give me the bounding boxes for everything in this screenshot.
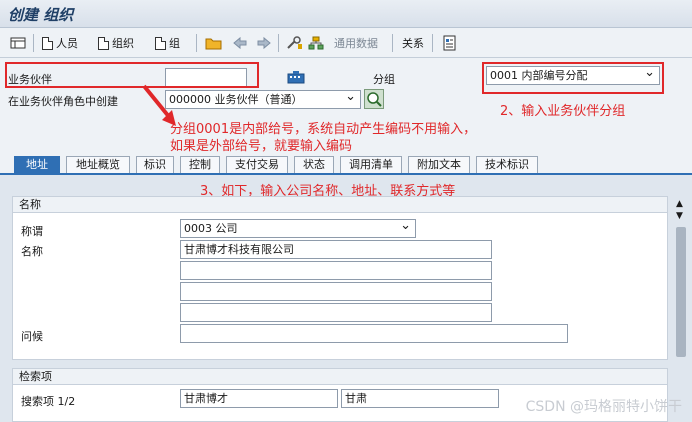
- scroll-down-icon[interactable]: ▼: [676, 211, 683, 221]
- list-icon[interactable]: [10, 35, 26, 51]
- tab-technical-id[interactable]: 技术标识: [476, 156, 538, 174]
- greeting-label: 问候: [21, 330, 43, 343]
- tab-identification[interactable]: 标识: [136, 156, 174, 174]
- tab-additional-text[interactable]: 附加文本: [408, 156, 470, 174]
- tab-payment[interactable]: 支付交易: [226, 156, 288, 174]
- group-button[interactable]: 组: [155, 35, 180, 51]
- search-button[interactable]: [364, 89, 384, 109]
- document-icon: [155, 36, 166, 50]
- name-input-3[interactable]: [180, 282, 492, 301]
- back-arrow-icon[interactable]: [232, 35, 248, 51]
- scroll-up-icon[interactable]: ▲: [676, 199, 683, 209]
- annotation-grouping: 2、输入业务伙伴分组: [500, 104, 626, 119]
- toolbar-separator: [33, 34, 34, 52]
- greeting-input[interactable]: [180, 324, 568, 343]
- role-label: 在业务伙伴角色中创建: [8, 95, 118, 108]
- toolbar-separator: [432, 34, 433, 52]
- forward-arrow-icon[interactable]: [256, 35, 272, 51]
- relations-button[interactable]: 关系: [402, 35, 424, 51]
- document-icon: [98, 36, 109, 50]
- bp-highlight-box: [5, 62, 259, 88]
- toolbar-separator: [392, 34, 393, 52]
- name-group: 名称 称谓 0003 公司 名称 甘肃博才科技有限公司 问候: [12, 196, 668, 360]
- page-title: 创建 组织: [8, 6, 74, 24]
- hierarchy-icon[interactable]: [308, 35, 324, 51]
- search-term-2-input[interactable]: 甘肃: [341, 389, 499, 408]
- title-bar: 创建 组织: [0, 0, 692, 28]
- scrollbar-thumb[interactable]: [676, 227, 686, 357]
- general-data-button[interactable]: 通用数据: [334, 35, 378, 51]
- name-input-4[interactable]: [180, 303, 492, 322]
- tab-strip: 地址 地址概览 标识 控制 支付交易 状态 调用清单 附加文本 技术标识: [0, 152, 692, 174]
- org-button-label: 组织: [112, 37, 134, 50]
- salutation-label: 称谓: [21, 225, 43, 238]
- tab-address[interactable]: 地址: [14, 156, 60, 174]
- search-term-label: 搜索项 1/2: [21, 395, 76, 408]
- toolbar: 人员 组织 组 通用数据 关系: [0, 28, 692, 58]
- search-group-title: 检索项: [13, 369, 667, 385]
- toolbar-separator: [278, 34, 279, 52]
- document-icon: [42, 36, 53, 50]
- grouping-label: 分组: [373, 73, 395, 86]
- name-input-1[interactable]: 甘肃博才科技有限公司: [180, 240, 492, 259]
- toolbar-separator: [196, 34, 197, 52]
- open-folder-icon[interactable]: [205, 35, 223, 51]
- vertical-scrollbar[interactable]: ▲ ▼: [674, 199, 688, 389]
- search-icon: [367, 92, 382, 107]
- tab-call-list[interactable]: 调用清单: [340, 156, 402, 174]
- name-label: 名称: [21, 245, 43, 258]
- person-button[interactable]: 人员: [42, 35, 78, 51]
- org-button[interactable]: 组织: [98, 35, 134, 51]
- person-button-label: 人员: [56, 37, 78, 50]
- tab-address-overview[interactable]: 地址概览: [66, 156, 130, 174]
- building-icon[interactable]: [287, 70, 305, 87]
- grouping-highlight-box: [482, 62, 664, 94]
- info-card-icon[interactable]: [441, 35, 457, 51]
- name-input-2[interactable]: [180, 261, 492, 280]
- role-select[interactable]: 000000 业务伙伴（普通）: [165, 90, 361, 109]
- tab-status[interactable]: 状态: [294, 156, 334, 174]
- salutation-select[interactable]: 0003 公司: [180, 219, 416, 238]
- tab-control[interactable]: 控制: [180, 156, 220, 174]
- search-term-1-input[interactable]: 甘肃博才: [180, 389, 338, 408]
- watermark: CSDN @玛格丽特小饼干: [525, 399, 682, 415]
- group-button-label: 组: [169, 37, 180, 50]
- name-group-title: 名称: [13, 197, 667, 213]
- settings-tools-icon[interactable]: [286, 35, 304, 51]
